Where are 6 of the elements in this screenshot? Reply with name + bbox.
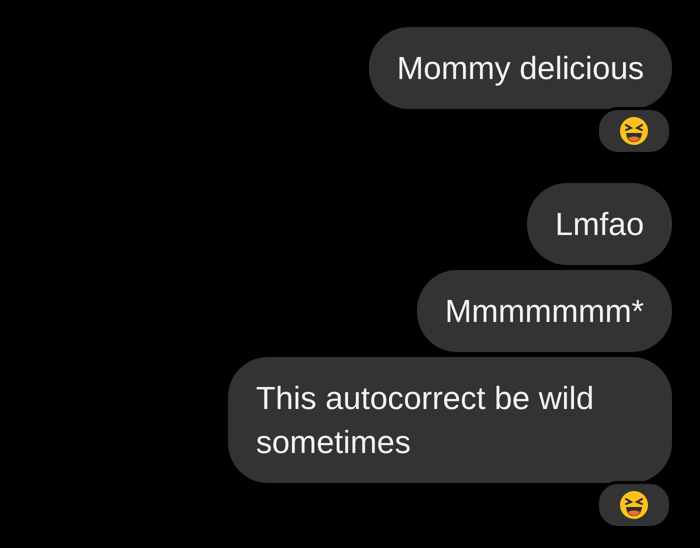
laughing-emoji-icon (619, 490, 649, 520)
laughing-emoji-icon (619, 116, 649, 146)
message-bubble: Mmmmmmm* (416, 270, 672, 352)
message-bubble: Lmfao (527, 183, 672, 265)
message-bubble: Mommy delicious (368, 27, 672, 109)
message-bubble: This autocorrect be wild sometimes (228, 357, 672, 483)
